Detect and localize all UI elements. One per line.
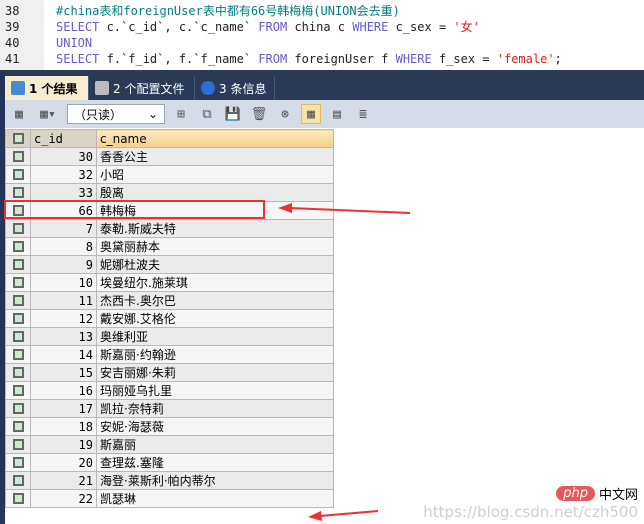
annotation-arrows	[0, 0, 644, 524]
logo-suffix: 中文网	[599, 484, 638, 503]
php-logo: php 中文网	[556, 484, 638, 503]
logo-text: php	[556, 486, 595, 501]
watermark: php 中文网 https://blog.csdn.net/czh500	[423, 482, 638, 521]
watermark-url: https://blog.csdn.net/czh500	[423, 503, 638, 521]
arrow-icon	[278, 203, 410, 213]
arrow-icon	[308, 511, 378, 521]
